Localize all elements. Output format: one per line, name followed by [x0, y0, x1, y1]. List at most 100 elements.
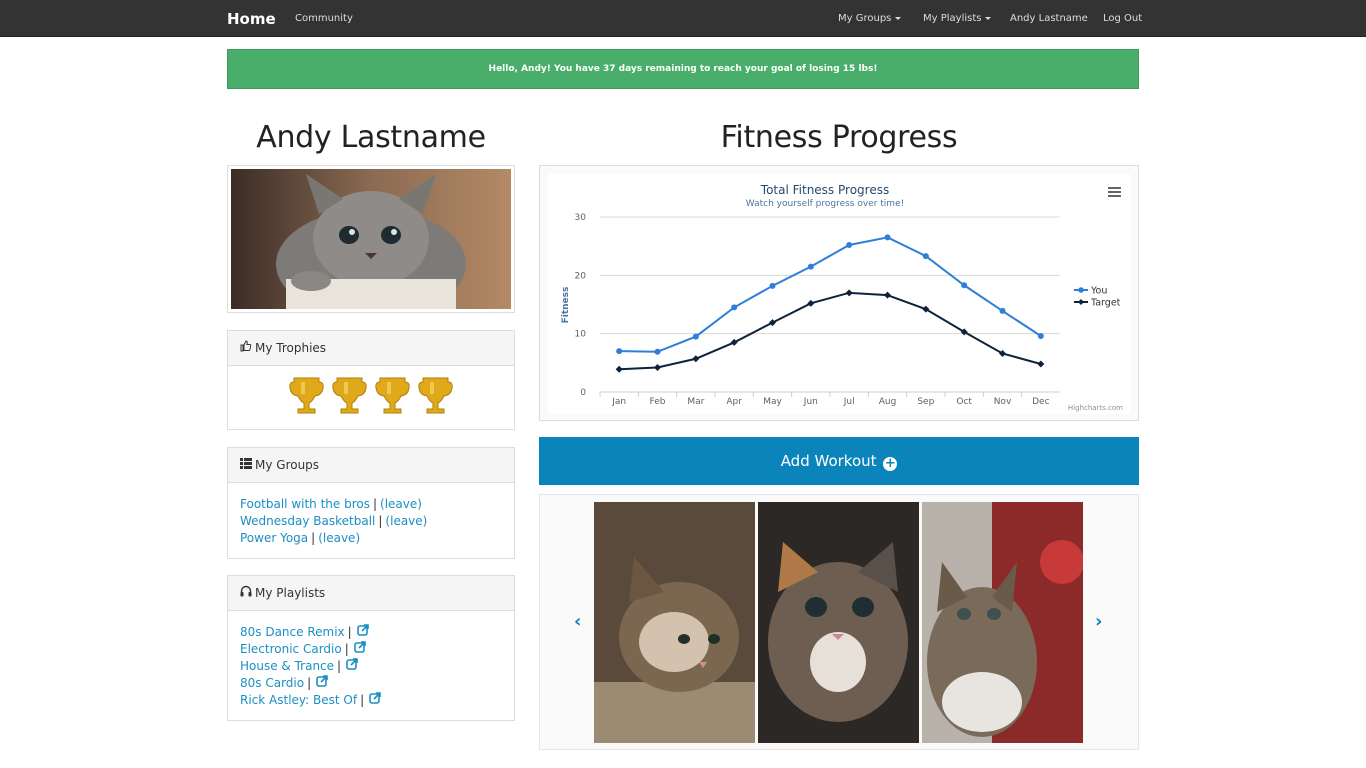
data-point[interactable]: [922, 253, 929, 260]
data-point[interactable]: [807, 263, 814, 270]
leave-group-link[interactable]: (leave): [385, 514, 427, 528]
home-link[interactable]: Home: [227, 10, 276, 28]
fitness-chart: Total Fitness Progress Watch yourself pr…: [561, 183, 1123, 412]
data-point[interactable]: [731, 304, 738, 311]
playlist-link[interactable]: Electronic Cardio: [240, 642, 342, 656]
list-item: Football with the bros | (leave): [240, 496, 502, 513]
my-groups-dropdown[interactable]: My Groups: [838, 13, 902, 24]
x-tick-label: Oct: [956, 397, 972, 407]
list-item: House & Trance |: [240, 658, 502, 675]
data-point[interactable]: [845, 289, 853, 297]
group-link[interactable]: Wednesday Basketball: [240, 514, 375, 528]
profile-name: Andy Lastname: [256, 120, 486, 155]
groups-title: My Groups: [255, 458, 320, 472]
chart-menu-icon[interactable]: [1108, 187, 1121, 197]
share-icon[interactable]: [356, 624, 369, 641]
page-title: Fitness Progress: [720, 120, 958, 155]
x-tick-label: Mar: [687, 397, 704, 407]
y-axis-label: Fitness: [561, 287, 571, 324]
list-item: 80s Cardio |: [240, 675, 502, 692]
leave-group-link[interactable]: (leave): [318, 531, 360, 545]
logout-link[interactable]: Log Out: [1103, 13, 1142, 24]
carousel-image: [922, 502, 1083, 743]
separator: |: [311, 531, 316, 545]
data-point[interactable]: [730, 338, 738, 346]
leave-group-link[interactable]: (leave): [380, 497, 422, 511]
my-playlists-dropdown[interactable]: My Playlists: [923, 13, 992, 24]
x-tick-label: Nov: [994, 397, 1012, 407]
user-profile-link[interactable]: Andy Lastname: [1010, 13, 1088, 24]
data-point[interactable]: [1037, 333, 1044, 339]
y-tick-label: 30: [575, 213, 587, 223]
trophies-panel: My Trophies: [227, 330, 515, 430]
x-tick-label: Sep: [917, 397, 934, 407]
separator: |: [347, 625, 352, 639]
trophies-panel-header: My Trophies: [228, 331, 514, 366]
list-item: Rick Astley: Best Of |: [240, 692, 502, 709]
playlist-link[interactable]: 80s Dance Remix: [240, 625, 345, 639]
playlists-title: My Playlists: [255, 586, 326, 600]
goal-alert: Hello, Andy! You have 37 days remaining …: [227, 49, 1139, 89]
separator: |: [372, 497, 378, 511]
group-link[interactable]: Football with the bros: [240, 497, 370, 511]
playlist-link[interactable]: House & Trance: [240, 659, 334, 673]
data-point[interactable]: [807, 299, 815, 307]
x-tick-label: Feb: [650, 397, 666, 407]
data-point[interactable]: [999, 307, 1006, 314]
data-point[interactable]: [654, 348, 661, 355]
legend-marker: [1078, 299, 1084, 305]
list-item: Electronic Cardio |: [240, 641, 502, 658]
data-point[interactable]: [692, 333, 699, 340]
navbar: Home Community My Groups My Playlists An…: [0, 0, 1366, 37]
y-tick-label: 0: [580, 388, 586, 398]
carousel-next-icon[interactable]: ›: [1095, 611, 1102, 632]
y-tick-label: 20: [575, 271, 587, 281]
groups-list: Football with the bros | (leave) Wednesday…: [228, 483, 514, 559]
data-point[interactable]: [769, 282, 776, 289]
photo-carousel: ‹ ›: [539, 494, 1139, 750]
avatar: [231, 169, 511, 309]
my-playlists-label: My Playlists: [923, 13, 982, 24]
legend-label-target[interactable]: Target: [1090, 298, 1121, 309]
data-point[interactable]: [1037, 360, 1045, 368]
add-workout-label: Add Workout: [780, 452, 877, 470]
legend-marker: [1078, 287, 1084, 293]
share-icon[interactable]: [369, 692, 381, 709]
playlist-link[interactable]: Rick Astley: Best Of: [240, 693, 357, 707]
playlist-link[interactable]: 80s Cardio: [240, 676, 304, 690]
community-link[interactable]: Community: [295, 13, 353, 24]
chart-credit[interactable]: Highcharts.com: [1068, 404, 1123, 412]
group-link[interactable]: Power Yoga: [240, 531, 308, 545]
x-tick-label: Aug: [879, 397, 897, 407]
caret-down-icon: [895, 16, 902, 20]
series-line-target: [619, 291, 1042, 371]
data-point[interactable]: [961, 282, 968, 289]
data-point[interactable]: [616, 348, 623, 355]
playlists-panel-header: My Playlists: [228, 576, 514, 611]
share-icon[interactable]: [316, 675, 328, 692]
share-icon[interactable]: [346, 658, 358, 675]
carousel-prev-icon[interactable]: ‹: [574, 611, 581, 632]
data-point[interactable]: [615, 365, 623, 373]
trophy-icon: [375, 376, 410, 422]
legend-label-you[interactable]: You: [1090, 286, 1107, 297]
data-point[interactable]: [692, 355, 700, 363]
add-workout-button[interactable]: Add Workout +: [539, 437, 1139, 485]
share-icon[interactable]: [353, 641, 366, 658]
trophy-icon: [418, 376, 453, 422]
data-point[interactable]: [654, 364, 661, 371]
series-line-you: [619, 236, 1042, 353]
list-item: Power Yoga | (leave): [240, 530, 502, 547]
groups-panel-header: My Groups: [228, 448, 514, 483]
separator: |: [344, 642, 349, 656]
headphones-icon: [240, 576, 252, 610]
trophy-icon: [289, 376, 324, 422]
data-point[interactable]: [846, 242, 853, 248]
my-groups-label: My Groups: [838, 13, 892, 24]
data-point[interactable]: [769, 319, 776, 327]
data-point[interactable]: [884, 234, 891, 241]
separator: |: [307, 676, 312, 690]
chart-container: Total Fitness Progress Watch yourself pr…: [548, 174, 1131, 414]
data-point[interactable]: [884, 291, 891, 299]
trophy-list: [228, 366, 514, 422]
